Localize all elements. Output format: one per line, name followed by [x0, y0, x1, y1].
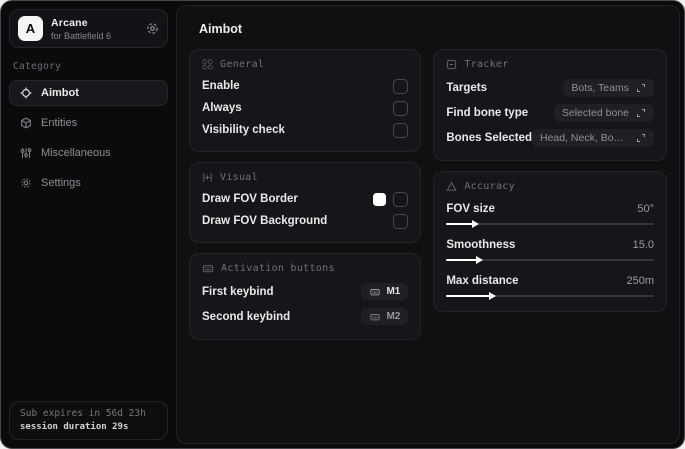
find-bone-type-value: Selected bone [561, 106, 629, 119]
cube-icon [20, 117, 32, 129]
sidebar-item-label: Settings [41, 177, 81, 189]
tracker-card: Tracker Targets Bots, Teams Find bone ty… [433, 49, 667, 161]
sliders-icon [20, 147, 32, 159]
smoothness-label: Smoothness [446, 238, 516, 251]
first-keybind-button[interactable]: M1 [361, 283, 409, 300]
second-keybind-button[interactable]: M2 [361, 308, 409, 325]
draw-fov-background-checkbox[interactable] [393, 213, 409, 229]
targets-select[interactable]: Bots, Teams [563, 78, 654, 97]
fov-size-label: FOV size [446, 202, 495, 215]
crosshair-icon [20, 87, 32, 99]
grid-icon [202, 59, 213, 70]
sidebar-item-miscellaneous[interactable]: Miscellaneous [9, 140, 168, 166]
smoothness-value: 15.0 [632, 238, 654, 251]
card-title-text: Visual [220, 172, 258, 183]
sidebar-item-label: Miscellaneous [41, 147, 111, 159]
keybind-value: M1 [386, 286, 401, 297]
general-card: General Enable Always Visibility check [189, 49, 422, 152]
category-label: Category [13, 61, 62, 72]
session-duration-text: session duration 29s [20, 422, 129, 432]
targets-label: Targets [446, 81, 488, 94]
keybind-value: M2 [386, 311, 401, 322]
fov-size-control: FOV size 50° [446, 199, 654, 229]
targets-value: Bots, Teams [571, 81, 629, 94]
expand-icon [636, 133, 646, 143]
keyboard-icon [369, 287, 381, 297]
visibility-check-checkbox[interactable] [393, 122, 409, 138]
sidebar-item-label: Aimbot [41, 87, 79, 99]
smoothness-control: Smoothness 15.0 [446, 235, 654, 265]
gear-icon [20, 177, 32, 189]
app-subtitle: for Battlefield 6 [51, 30, 112, 41]
visual-card: Visual Draw FOV Border Draw FOV Backgrou… [189, 162, 422, 243]
smoothness-slider[interactable] [446, 255, 654, 265]
slider-thumb[interactable] [476, 256, 484, 264]
fov-border-color-swatch[interactable] [373, 192, 387, 206]
sidebar-item-aimbot[interactable]: Aimbot [9, 80, 168, 106]
expand-icon [636, 108, 646, 118]
sidebar-header: A Arcane for Battlefield 6 [9, 9, 168, 48]
max-distance-value: 250m [626, 274, 654, 287]
eye-icon [202, 172, 213, 183]
find-bone-type-label: Find bone type [446, 106, 529, 119]
draw-fov-border-checkbox[interactable] [393, 191, 409, 207]
tracker-icon [446, 59, 457, 70]
card-title-text: Accuracy [464, 181, 515, 192]
app-window: A Arcane for Battlefield 6 Category Aimb… [0, 0, 685, 449]
slider-thumb[interactable] [488, 292, 496, 300]
refresh-icon[interactable] [146, 22, 159, 35]
first-keybind-label: First keybind [202, 285, 274, 298]
bones-selected-value: Head, Neck, Body, Pe... [540, 131, 629, 144]
max-distance-slider[interactable] [446, 291, 654, 301]
sub-expiry-text: Sub expires in 56d 23h [20, 408, 146, 419]
enable-label: Enable [202, 80, 240, 92]
sidebar: A Arcane for Battlefield 6 Category Aimb… [1, 1, 176, 448]
fov-size-value: 50° [637, 202, 654, 215]
visibility-check-label: Visibility check [202, 124, 285, 136]
second-keybind-label: Second keybind [202, 310, 291, 323]
bones-selected-select[interactable]: Head, Neck, Body, Pe... [532, 128, 654, 147]
page-title: Aimbot [199, 22, 243, 36]
bones-selected-label: Bones Selected [446, 131, 532, 144]
activation-buttons-card: Activation buttons First keybind M1 Seco… [189, 253, 422, 340]
subscription-info: Sub expires in 56d 23h session duration … [9, 401, 168, 440]
draw-fov-border-label: Draw FOV Border [202, 193, 298, 205]
always-label: Always [202, 102, 242, 114]
draw-fov-background-label: Draw FOV Background [202, 215, 328, 227]
keyboard-icon [202, 263, 214, 274]
enable-checkbox[interactable] [393, 78, 409, 94]
find-bone-type-select[interactable]: Selected bone [553, 103, 654, 122]
fov-size-slider[interactable] [446, 219, 654, 229]
always-checkbox[interactable] [393, 100, 409, 116]
card-title-text: Activation buttons [221, 263, 335, 274]
triangle-icon [446, 181, 457, 192]
sidebar-item-label: Entities [41, 117, 78, 129]
sidebar-item-settings[interactable]: Settings [9, 170, 168, 196]
max-distance-control: Max distance 250m [446, 271, 654, 301]
card-title-text: Tracker [464, 59, 509, 70]
sidebar-item-entities[interactable]: Entities [9, 110, 168, 136]
card-title-text: General [220, 59, 265, 70]
app-logo: A [18, 16, 43, 41]
keyboard-icon [369, 312, 381, 322]
main-panel: Aimbot General Enable Always Visibility … [176, 5, 680, 444]
expand-icon [636, 83, 646, 93]
app-name: Arcane [51, 16, 88, 29]
max-distance-label: Max distance [446, 274, 519, 287]
accuracy-card: Accuracy FOV size 50° Smoothness 15.0 Ma… [433, 171, 667, 312]
slider-thumb[interactable] [472, 220, 480, 228]
